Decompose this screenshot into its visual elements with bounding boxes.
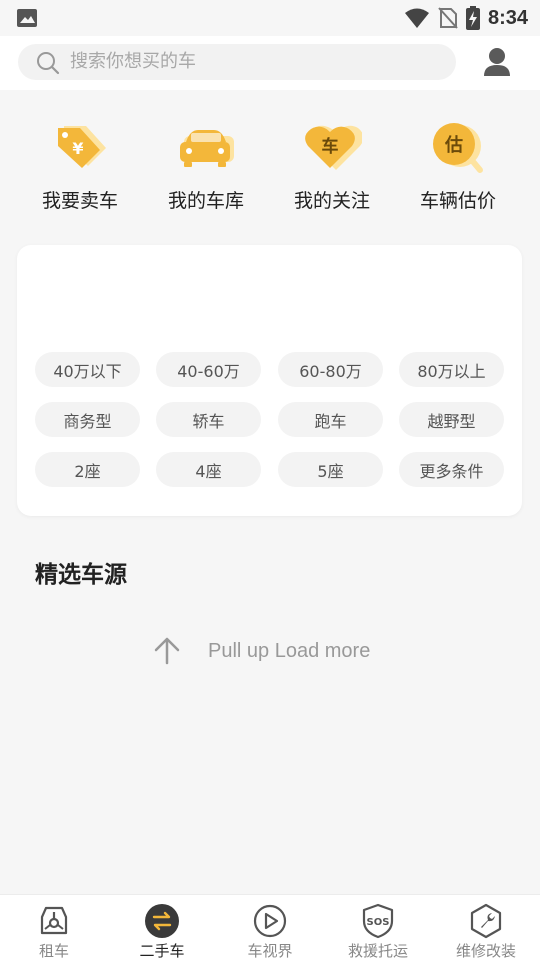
nav-label: 租车 bbox=[38, 942, 69, 960]
play-icon bbox=[253, 904, 287, 938]
nav-label: 车视界 bbox=[247, 942, 293, 960]
filter-chip-type[interactable]: 轿车 bbox=[156, 402, 261, 437]
status-bar: 8:34 bbox=[0, 0, 540, 36]
pull-up-load-more: Pull up Load more bbox=[152, 634, 370, 668]
user-profile-icon[interactable] bbox=[482, 46, 512, 78]
sos-shield-icon: SOS bbox=[362, 903, 394, 939]
filter-chip-type[interactable]: 跑车 bbox=[278, 402, 383, 437]
shortcut-row: ¥ 我要卖车 我的车库 车 我的关注 估 车辆估价 bbox=[0, 110, 540, 220]
svg-text:SOS: SOS bbox=[367, 917, 390, 928]
nav-item-rent-car[interactable]: 租车 bbox=[0, 895, 108, 960]
shortcut-sell-car[interactable]: ¥ 我要卖车 bbox=[17, 110, 143, 220]
search-placeholder: 搜索你想买的车 bbox=[70, 51, 196, 72]
filter-chip-seats[interactable]: 2座 bbox=[35, 452, 140, 487]
wifi-icon bbox=[404, 8, 429, 28]
nav-item-car-vision[interactable]: 车视界 bbox=[216, 895, 324, 960]
filter-chip-type[interactable]: 越野型 bbox=[399, 402, 504, 437]
svg-text:¥: ¥ bbox=[72, 139, 83, 158]
arrow-up-icon bbox=[154, 637, 180, 665]
nav-label: 二手车 bbox=[139, 942, 185, 960]
filter-chip-price[interactable]: 40万以下 bbox=[35, 352, 140, 387]
search-input[interactable]: 搜索你想买的车 bbox=[18, 44, 456, 80]
filter-chip-price[interactable]: 80万以上 bbox=[399, 352, 504, 387]
rent-car-icon bbox=[40, 906, 68, 935]
filter-chip-seats[interactable]: 5座 bbox=[278, 452, 383, 487]
shortcut-label: 我要卖车 bbox=[41, 190, 118, 212]
nav-label: 维修改装 bbox=[455, 942, 516, 960]
shortcut-my-garage[interactable]: 我的车库 bbox=[143, 110, 269, 220]
shortcut-appraisal[interactable]: 估 车辆估价 bbox=[395, 110, 521, 220]
svg-text:估: 估 bbox=[444, 134, 463, 156]
filter-card: 40万以下 40-60万 60-80万 80万以上 商务型 轿车 跑车 越野型 … bbox=[17, 245, 522, 516]
nav-item-repair[interactable]: 维修改装 bbox=[432, 895, 540, 960]
garage-car-icon bbox=[180, 130, 234, 167]
filter-chip-more-conditions[interactable]: 更多条件 bbox=[399, 452, 504, 487]
filter-chip-price[interactable]: 40-60万 bbox=[156, 352, 261, 387]
filter-chip-price[interactable]: 60-80万 bbox=[278, 352, 383, 387]
shortcut-label: 车辆估价 bbox=[419, 190, 496, 212]
filter-chip-type[interactable]: 商务型 bbox=[35, 402, 140, 437]
shortcut-my-follows[interactable]: 车 我的关注 bbox=[269, 110, 395, 220]
svg-text:车: 车 bbox=[322, 136, 339, 157]
appraise-icon: 估 bbox=[433, 123, 483, 173]
section-title: 精选车源 bbox=[35, 562, 127, 588]
no-sim-icon bbox=[438, 7, 458, 29]
wrench-icon bbox=[470, 903, 502, 939]
filter-chip-seats[interactable]: 4座 bbox=[156, 452, 261, 487]
gallery-notification-icon bbox=[17, 9, 37, 27]
swap-icon bbox=[145, 904, 179, 938]
heart-car-icon: 车 bbox=[305, 125, 362, 170]
bottom-nav: 租车 二手车 车视界 SOS 救援托运 维修改装 bbox=[0, 894, 540, 960]
shortcut-label: 我的关注 bbox=[293, 190, 370, 212]
pull-up-text: Pull up Load more bbox=[208, 639, 371, 662]
status-time: 8:34 bbox=[487, 6, 528, 29]
battery-charging-icon bbox=[465, 6, 480, 30]
search-header: 搜索你想买的车 bbox=[0, 36, 540, 90]
search-icon bbox=[37, 52, 60, 75]
shortcut-label: 我的车库 bbox=[167, 190, 244, 212]
sell-tag-icon: ¥ bbox=[58, 126, 106, 168]
nav-item-rescue[interactable]: SOS 救援托运 bbox=[324, 895, 432, 960]
nav-item-used-car[interactable]: 二手车 bbox=[108, 895, 216, 960]
nav-label: 救援托运 bbox=[347, 942, 408, 960]
